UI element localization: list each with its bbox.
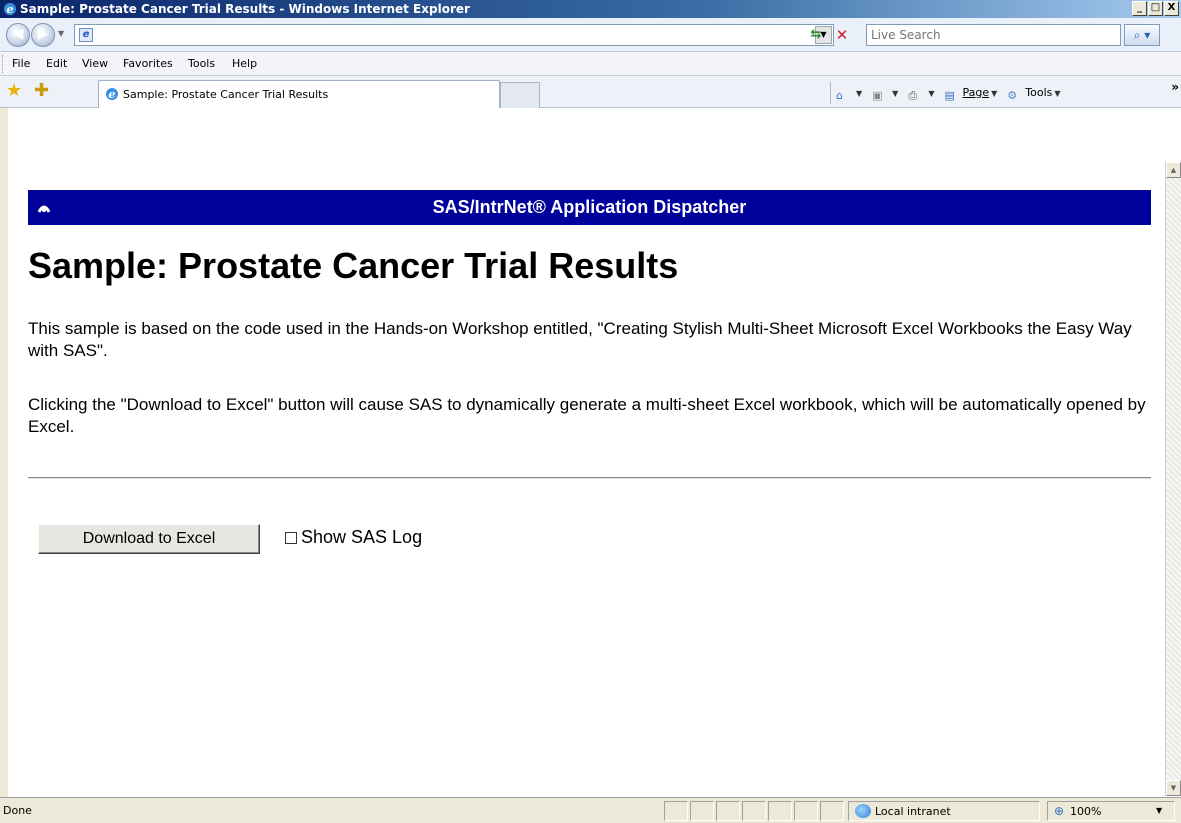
menu-tools[interactable]: Tools <box>182 52 221 76</box>
recent-pages-dropdown[interactable]: ▼ <box>58 29 64 38</box>
menu-favorites[interactable]: Favorites <box>117 52 179 76</box>
scroll-up-button[interactable]: ▲ <box>1166 162 1181 178</box>
intro-paragraph: This sample is based on the code used in… <box>28 319 1132 360</box>
zoom-panel[interactable]: ⊕ 100% ▼ <box>1047 801 1175 821</box>
gear-icon: ⚙ <box>1007 89 1018 102</box>
tools-menu-label: Tools <box>1025 86 1053 99</box>
maximize-button[interactable]: □ <box>1148 1 1163 16</box>
status-panel <box>742 801 766 821</box>
tools-menu[interactable]: ⚙ Tools ▼ <box>1007 82 1060 104</box>
ie-page-icon: e <box>106 88 118 101</box>
stop-button[interactable]: ✕ <box>832 25 852 45</box>
page-title: Sample: Prostate Cancer Trial Results <box>28 245 679 286</box>
ie-logo-icon: e <box>4 3 16 16</box>
toolbar-overflow-button[interactable]: » <box>1171 80 1179 94</box>
zoom-icon: ⊕ <box>1054 804 1065 818</box>
favorites-center-icon[interactable]: ★ <box>6 82 22 100</box>
status-panel <box>820 801 844 821</box>
page-content: SAS/IntrNet® Application Dispatcher Samp… <box>14 170 1163 804</box>
zone-label: Local intranet <box>875 805 951 818</box>
search-icon: ⌕ ▾ <box>1133 28 1151 42</box>
tab-bar: ★ ✚ e Sample: Prostate Cancer Trial Resu… <box>0 76 1181 108</box>
refresh-button[interactable]: ⇆ <box>806 25 826 45</box>
download-to-excel-button[interactable]: Download to Excel <box>38 524 260 554</box>
toolbar-grip <box>2 55 4 73</box>
zoom-level: 100% <box>1070 805 1102 818</box>
status-text: Done <box>3 804 32 817</box>
search-button[interactable]: ⌕ ▾ <box>1124 24 1160 46</box>
menu-help[interactable]: Help <box>226 52 263 76</box>
banner-title: SAS/IntrNet® Application Dispatcher <box>432 197 747 217</box>
sas-banner: SAS/IntrNet® Application Dispatcher <box>28 190 1151 225</box>
menu-view[interactable]: View <box>76 52 114 76</box>
svg-text:e: e <box>109 88 116 101</box>
divider <box>28 477 1151 479</box>
address-bar[interactable]: e ▼ <box>74 24 834 46</box>
arrow-left-icon: ◀ <box>12 26 24 42</box>
new-tab-button[interactable] <box>500 82 540 108</box>
menu-bar: File Edit View Favorites Tools Help <box>0 52 1181 76</box>
print-button[interactable]: ⎙ ▼ <box>908 82 934 104</box>
menu-file[interactable]: File <box>6 52 36 76</box>
address-input[interactable] <box>97 27 787 43</box>
feeds-icon: ▣ <box>872 89 883 102</box>
refresh-icon: ⇆ <box>810 27 822 42</box>
page-icon: ▤ <box>944 89 955 102</box>
window-title-bar[interactable]: e Sample: Prostate Cancer Trial Results … <box>0 0 1181 18</box>
search-input[interactable] <box>871 27 1111 43</box>
globe-icon <box>855 804 871 818</box>
status-panel <box>664 801 688 821</box>
search-box[interactable] <box>866 24 1121 46</box>
tab-active[interactable]: e Sample: Prostate Cancer Trial Results <box>98 80 500 108</box>
security-zone-panel[interactable]: Local intranet <box>848 801 1040 821</box>
show-sas-log-checkbox[interactable] <box>285 532 297 544</box>
tab-label: Sample: Prostate Cancer Trial Results <box>123 88 329 101</box>
home-icon: ⌂ <box>836 89 843 102</box>
close-button[interactable]: X <box>1164 1 1179 16</box>
status-bar: Done Local intranet ⊕ 100% ▼ <box>0 797 1181 823</box>
forward-button[interactable]: ▶ <box>31 23 55 47</box>
feeds-button[interactable]: ▣ ▼ <box>872 82 898 104</box>
menu-edit[interactable]: Edit <box>40 52 73 76</box>
minimize-button[interactable]: _ <box>1132 1 1147 16</box>
page-menu[interactable]: ▤ Page ▼ <box>944 82 997 104</box>
chevron-down-icon: ▼ <box>1156 806 1163 815</box>
arrow-right-icon: ▶ <box>37 26 49 42</box>
add-favorite-icon[interactable]: ✚ <box>34 82 49 100</box>
print-icon: ⎙ <box>908 89 918 102</box>
status-panel <box>794 801 818 821</box>
page-menu-label: Page <box>962 86 990 99</box>
back-button[interactable]: ◀ <box>6 23 30 47</box>
stop-icon: ✕ <box>835 26 849 44</box>
scroll-down-button[interactable]: ▼ <box>1166 780 1181 796</box>
show-sas-log-label[interactable]: Show SAS Log <box>301 526 422 548</box>
window-title: Sample: Prostate Cancer Trial Results - … <box>20 2 470 16</box>
command-bar: ⌂ ▼ ▣ ▼ ⎙ ▼ ▤ Page ▼ ⚙ Tools ▼ <box>830 82 1061 104</box>
vertical-scrollbar[interactable]: ▲ ▼ <box>1165 162 1181 796</box>
svg-text:e: e <box>7 3 14 16</box>
home-button[interactable]: ⌂ ▼ <box>836 82 862 104</box>
status-panel <box>768 801 792 821</box>
page-icon: e <box>79 28 93 42</box>
instructions-paragraph: Clicking the "Download to Excel" button … <box>28 395 1146 436</box>
status-panel <box>690 801 714 821</box>
status-panel <box>716 801 740 821</box>
address-toolbar: ◀ ▶ ▼ e ▼ ⇆ ✕ ⌕ ▾ <box>0 18 1181 52</box>
